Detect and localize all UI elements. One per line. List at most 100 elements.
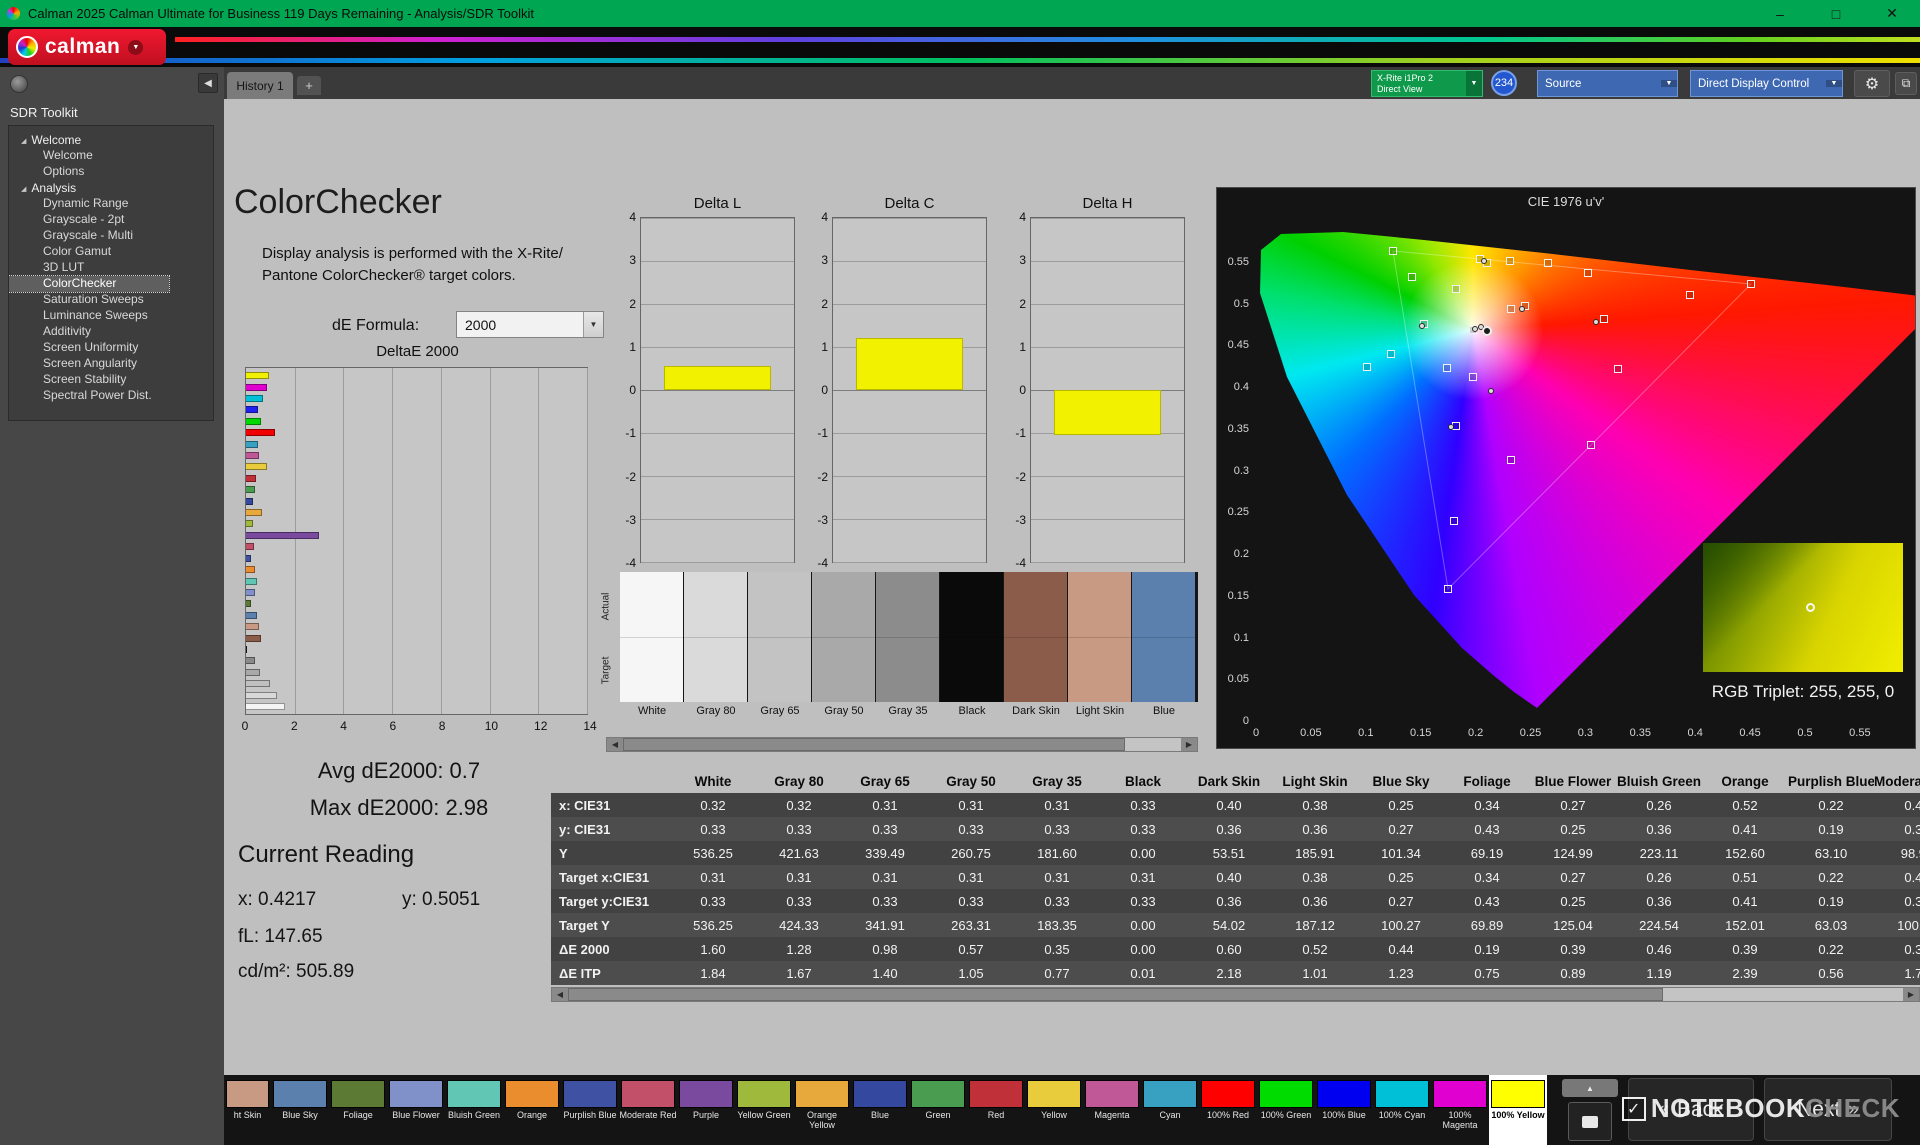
scrollbar-thumb[interactable] (568, 988, 1663, 1001)
meter-dropdown[interactable]: X-Rite i1Pro 2 Direct View ▼ (1371, 70, 1483, 97)
patch-button-100-cyan[interactable]: 100% Cyan (1373, 1075, 1431, 1145)
axis-tick-label: 14 (583, 719, 597, 733)
swatch-strip-scrollbar[interactable]: ◀ ▶ (606, 737, 1198, 752)
minimize-button[interactable]: – (1752, 0, 1808, 27)
display-control-dropdown[interactable]: Direct Display Control ▼ (1690, 70, 1843, 97)
patch-button-bluish-green[interactable]: Bluish Green (445, 1075, 503, 1145)
table-cell: 54.02 (1212, 917, 1246, 933)
patch-button-blue-sky[interactable]: Blue Sky (271, 1075, 329, 1145)
patch-button-foliage[interactable]: Foliage (329, 1075, 387, 1145)
patch-button-100-yellow[interactable]: 100% Yellow (1489, 1075, 1547, 1145)
sidebar-item-additivity[interactable]: Additivity (9, 324, 213, 340)
axis-tick-label: -3 (817, 512, 828, 527)
deltae-bar-row (246, 495, 587, 506)
patch-button-ht-skin[interactable]: ht Skin (224, 1075, 271, 1145)
tab-history-1[interactable]: History 1 (227, 72, 293, 99)
swatch-actual (876, 572, 939, 637)
patch-button-magenta[interactable]: Magenta (1083, 1075, 1141, 1145)
patch-label: 100% Red (1206, 1110, 1250, 1120)
patch-button-yellow-green[interactable]: Yellow Green (735, 1075, 793, 1145)
scrollbar-thumb[interactable] (623, 738, 1126, 751)
table-cell: 181.60 (1037, 845, 1077, 861)
table-cell: 0.34 (1474, 869, 1500, 885)
sidebar-item-color-gamut[interactable]: Color Gamut (9, 244, 213, 260)
source-dropdown[interactable]: Source ▼ (1537, 70, 1678, 97)
gridline (833, 519, 986, 520)
cie-measurement-marker (1471, 326, 1478, 333)
patch-button-moderate-red[interactable]: Moderate Red (619, 1075, 677, 1145)
patch-button-green[interactable]: Green (909, 1075, 967, 1145)
calman-logo[interactable]: calman ▼ (8, 29, 166, 65)
sidebar-item-saturation-sweeps[interactable]: Saturation Sweeps (9, 292, 213, 308)
table-scrollbar[interactable]: ◀ ▶ (551, 987, 1920, 1002)
sidebar-section-analysis[interactable]: ◢ Analysis (9, 180, 213, 196)
window-icon: ⧉ (1901, 76, 1911, 90)
sidebar-item-options[interactable]: Options (9, 164, 213, 180)
cie-target-marker (1387, 350, 1396, 359)
table-cell: 0.27 (1560, 797, 1586, 813)
patch-button-100-green[interactable]: 100% Green (1257, 1075, 1315, 1145)
sidebar-item-3d-lut[interactable]: 3D LUT (9, 260, 213, 276)
scroll-left-icon[interactable]: ◀ (552, 988, 568, 1001)
scroll-left-icon[interactable]: ◀ (607, 738, 623, 751)
patch-button-purplish-blue[interactable]: Purplish Blue (561, 1075, 619, 1145)
sidebar-item-screen-stability[interactable]: Screen Stability (9, 372, 213, 388)
sidebar-item-spectral-power-dist[interactable]: Spectral Power Dist. (9, 388, 213, 404)
patch-bar-expand-button[interactable]: ▲ (1562, 1079, 1618, 1097)
sidebar-item-screen-uniformity[interactable]: Screen Uniformity (9, 340, 213, 356)
axis-tick-label: -2 (625, 469, 636, 484)
close-button[interactable]: ✕ (1864, 0, 1920, 27)
patch-button-red[interactable]: Red (967, 1075, 1025, 1145)
scrollbar-track[interactable] (568, 988, 1903, 1001)
scrollbar-track[interactable] (623, 738, 1181, 751)
patch-button-purple[interactable]: Purple (677, 1075, 735, 1145)
sidebar-item-dynamic-range[interactable]: Dynamic Range (9, 196, 213, 212)
settings-button[interactable]: ⚙ (1854, 70, 1890, 97)
deltae-bar-100-green (246, 417, 262, 425)
meter-count-badge[interactable]: 234 (1491, 70, 1517, 96)
table-cell: 0.33 (1044, 821, 1070, 837)
sidebar-menu-button[interactable] (10, 75, 28, 93)
cie-current-marker (1481, 326, 1492, 337)
logo-menu-button[interactable]: ▼ (128, 39, 144, 55)
axis-tick-label: 0.1 (1233, 631, 1249, 644)
swatch-label: Light Skin (1075, 705, 1125, 717)
tree-expander-icon: ◢ (21, 186, 27, 193)
scroll-right-icon[interactable]: ▶ (1181, 738, 1197, 751)
pattern-window-button[interactable] (1568, 1102, 1612, 1141)
patch-swatch (1027, 1080, 1081, 1108)
collapse-sidebar-button[interactable]: ◀ (198, 73, 218, 93)
scroll-right-icon[interactable]: ▶ (1903, 988, 1919, 1001)
patch-swatch (563, 1080, 617, 1108)
sidebar-item-luminance-sweeps[interactable]: Luminance Sweeps (9, 308, 213, 324)
axis-tick-label: -1 (817, 426, 828, 441)
de-formula-select[interactable]: 2000 ▼ (456, 311, 604, 338)
patch-button-100-blue[interactable]: 100% Blue (1315, 1075, 1373, 1145)
deltae-bar-orange (246, 566, 256, 574)
patch-button-100-magenta[interactable]: 100% Magenta (1431, 1075, 1489, 1145)
next-button[interactable]: Next » (1764, 1078, 1892, 1141)
patch-button-blue[interactable]: Blue (851, 1075, 909, 1145)
row-label: y: CIE31 (559, 821, 611, 837)
table-cell: 0.32 (700, 797, 726, 813)
back-button[interactable]: « Back (1628, 1078, 1754, 1141)
sidebar-item-welcome[interactable]: Welcome (9, 148, 213, 164)
workspace-button[interactable]: ⧉ (1895, 72, 1917, 95)
add-tab-button[interactable]: + (297, 76, 321, 95)
column-header-blue-sky: Blue Sky (1372, 773, 1430, 789)
sidebar-item-colorchecker[interactable]: ColorChecker (9, 275, 170, 293)
column-header-foliage: Foliage (1463, 773, 1511, 789)
patch-button-orange-yellow[interactable]: Orange Yellow (793, 1075, 851, 1145)
sidebar-section-welcome[interactable]: ◢ Welcome (9, 132, 213, 148)
patch-button-100-red[interactable]: 100% Red (1199, 1075, 1257, 1145)
patch-button-yellow[interactable]: Yellow (1025, 1075, 1083, 1145)
sidebar-item-screen-angularity[interactable]: Screen Angularity (9, 356, 213, 372)
patch-button-orange[interactable]: Orange (503, 1075, 561, 1145)
axis-tick-label: 0.15 (1227, 589, 1249, 602)
actual-row-label: Actual (600, 592, 612, 621)
sidebar-item-grayscale-2pt[interactable]: Grayscale - 2pt (9, 212, 213, 228)
sidebar-item-grayscale-multi[interactable]: Grayscale - Multi (9, 228, 213, 244)
patch-button-blue-flower[interactable]: Blue Flower (387, 1075, 445, 1145)
patch-button-cyan[interactable]: Cyan (1141, 1075, 1199, 1145)
maximize-button[interactable]: □ (1808, 0, 1864, 27)
